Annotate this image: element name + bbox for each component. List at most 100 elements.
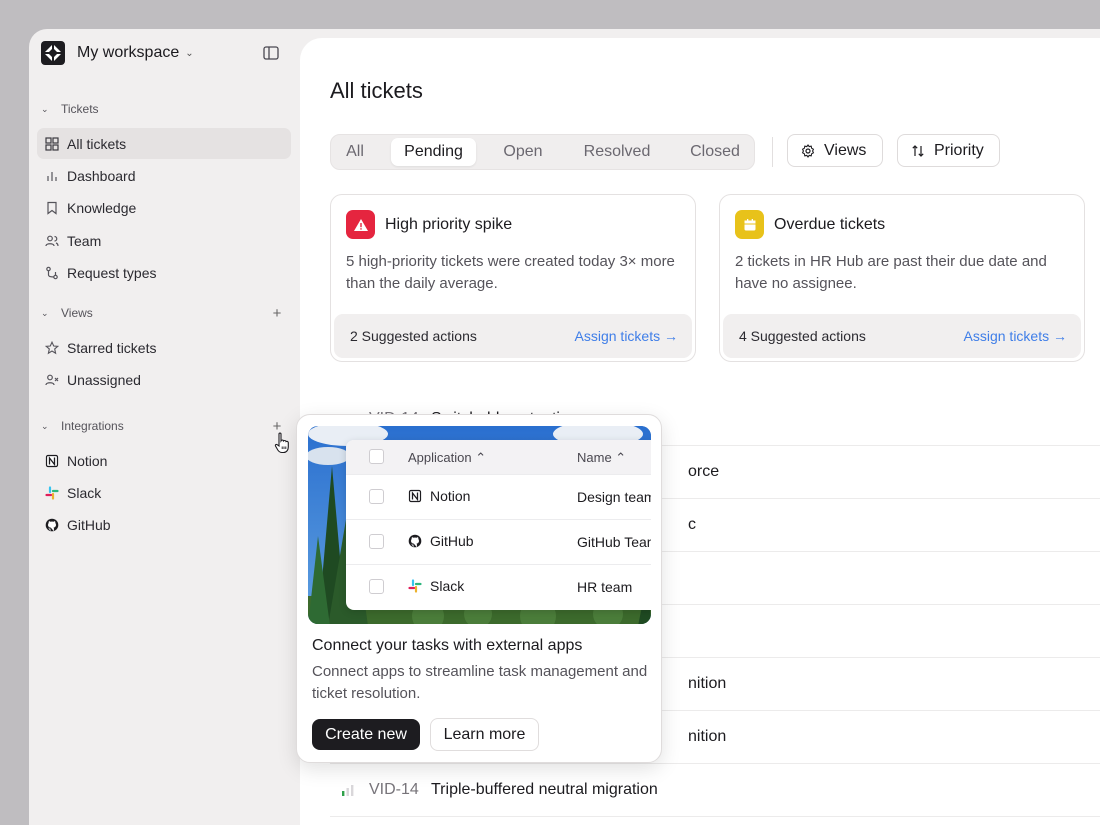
sidebar-item-label: Slack [67, 484, 102, 501]
create-new-button[interactable]: Create new [312, 719, 420, 750]
sidebar-item-slack[interactable]: Slack [37, 477, 291, 508]
users-icon [45, 235, 59, 246]
table-row[interactable]: Slack HR team [346, 564, 651, 609]
sidebar-item-starred-tickets[interactable]: Starred tickets [37, 332, 291, 363]
table-row[interactable]: Notion Design team [346, 474, 651, 519]
sidebar-item-label: GitHub [67, 516, 111, 533]
card-footer: 4 Suggested actions Assign tickets → [723, 314, 1081, 358]
sidebar-item-github[interactable]: GitHub [37, 509, 291, 540]
assign-tickets-link[interactable]: Assign tickets → [575, 328, 678, 344]
learn-more-button[interactable]: Learn more [430, 718, 539, 751]
sidebar-item-label: Team [67, 232, 102, 249]
row-checkbox[interactable] [369, 579, 384, 594]
user-x-icon [45, 374, 59, 385]
priority-sort-button[interactable]: Priority [897, 134, 1000, 167]
application-cell: Slack [408, 578, 464, 594]
integration-table: Application ⌃ Name ⌃ Notion Design team … [346, 440, 651, 610]
priority-low-icon [342, 785, 354, 796]
ticket-title: c [688, 516, 696, 533]
section-integrations[interactable]: ⌄ Integrations [41, 419, 124, 433]
table-row[interactable]: VID-14 Triple-buffered neutral migration [330, 764, 1100, 817]
sidebar-item-all-tickets[interactable]: All tickets [37, 128, 291, 159]
column-header-application[interactable]: Application ⌃ [408, 450, 486, 466]
ticket-title: orce [688, 463, 720, 480]
bar-chart-icon [47, 171, 57, 181]
status-tabs: All Pending Open Resolved Closed [330, 134, 755, 170]
tab-open[interactable]: Open [489, 138, 557, 166]
chevron-down-icon: ⌄ [41, 307, 49, 318]
card-body: 2 tickets in HR Hub are past their due d… [735, 253, 1047, 292]
table-header: Application ⌃ Name ⌃ [346, 440, 651, 474]
workspace-switcher[interactable]: My workspace ⌄ [41, 41, 194, 65]
sidebar-item-unassigned[interactable]: Unassigned [37, 364, 291, 395]
ticket-title: nition [688, 675, 727, 692]
workspace-logo-icon [41, 41, 65, 65]
sidebar: My workspace ⌄ ⌄ Tickets All tickets Das… [29, 29, 300, 825]
section-label: Views [61, 306, 93, 320]
grid-icon [45, 136, 59, 151]
github-icon [45, 518, 59, 531]
application-cell: Notion [408, 488, 470, 504]
sidebar-item-label: Starred tickets [67, 339, 157, 356]
application-name: GitHub [430, 533, 474, 549]
add-view-button[interactable]: + [269, 305, 285, 322]
integration-popover: Application ⌃ Name ⌃ Notion Design team … [296, 414, 662, 763]
application-cell: GitHub [408, 533, 474, 549]
card-footer: 2 Suggested actions Assign tickets → [334, 314, 692, 358]
application-name: Slack [430, 578, 465, 594]
priority-button-label: Priority [934, 141, 984, 159]
team-name: Design team [577, 489, 651, 505]
sidebar-item-label: Unassigned [67, 371, 141, 388]
popover-title: Connect your tasks with external apps [312, 637, 583, 654]
notion-icon [408, 489, 422, 503]
sidebar-item-team[interactable]: Team [37, 225, 291, 256]
sidebar-item-notion[interactable]: Notion [37, 445, 291, 476]
section-tickets[interactable]: ⌄ Tickets [41, 102, 99, 116]
sidebar-item-dashboard[interactable]: Dashboard [37, 160, 291, 191]
table-row[interactable]: GitHub GitHub Team [346, 519, 651, 564]
suggested-actions-count: 2 Suggested actions [350, 328, 477, 344]
assign-tickets-link[interactable]: Assign tickets → [964, 328, 1067, 344]
tab-pending[interactable]: Pending [391, 138, 476, 166]
card-title: Overdue tickets [774, 216, 886, 233]
column-header-name[interactable]: Name ⌃ [577, 450, 626, 466]
section-views[interactable]: ⌄ Views [41, 306, 93, 320]
insight-card-high-priority: High priority spike 5 high-priority tick… [330, 194, 696, 362]
section-label: Integrations [61, 419, 124, 433]
sidebar-item-label: Dashboard [67, 167, 136, 184]
workspace-name: My workspace [77, 44, 180, 61]
slack-icon [408, 579, 422, 593]
tab-all[interactable]: All [335, 138, 375, 166]
bookmark-icon [47, 201, 57, 215]
sidebar-item-label: All tickets [67, 135, 127, 152]
gear-icon [801, 143, 815, 158]
row-checkbox[interactable] [369, 489, 384, 504]
github-icon [408, 534, 422, 548]
card-title: High priority spike [385, 216, 513, 233]
sidebar-item-request-types[interactable]: Request types [37, 257, 291, 288]
page-title: All tickets [330, 78, 423, 103]
chevron-down-icon: ⌄ [41, 420, 49, 431]
row-checkbox[interactable] [369, 534, 384, 549]
slack-icon [45, 485, 59, 500]
chevron-down-icon: ⌄ [185, 47, 194, 59]
request-types-icon [46, 266, 58, 279]
views-button-label: Views [824, 141, 867, 159]
views-button[interactable]: Views [787, 134, 883, 167]
suggested-actions-count: 4 Suggested actions [739, 328, 866, 344]
star-icon [45, 340, 59, 354]
sidebar-item-label: Notion [67, 452, 108, 469]
sort-arrows-icon [912, 144, 924, 157]
application-name: Notion [430, 488, 471, 504]
insight-card-overdue: Overdue tickets 2 tickets in HR Hub are … [719, 194, 1085, 362]
select-all-checkbox[interactable] [369, 449, 384, 464]
sidebar-toggle-icon[interactable] [263, 45, 279, 61]
sidebar-item-label: Request types [67, 264, 157, 281]
card-body: 5 high-priority tickets were created tod… [346, 253, 675, 292]
tab-resolved[interactable]: Resolved [571, 138, 663, 166]
popover-description: Connect apps to streamline task manageme… [312, 663, 648, 702]
sidebar-item-knowledge[interactable]: Knowledge [37, 192, 291, 223]
tab-closed[interactable]: Closed [676, 138, 754, 166]
chevron-down-icon: ⌄ [41, 103, 49, 114]
forest-illustration: Application ⌃ Name ⌃ Notion Design team … [308, 426, 651, 624]
